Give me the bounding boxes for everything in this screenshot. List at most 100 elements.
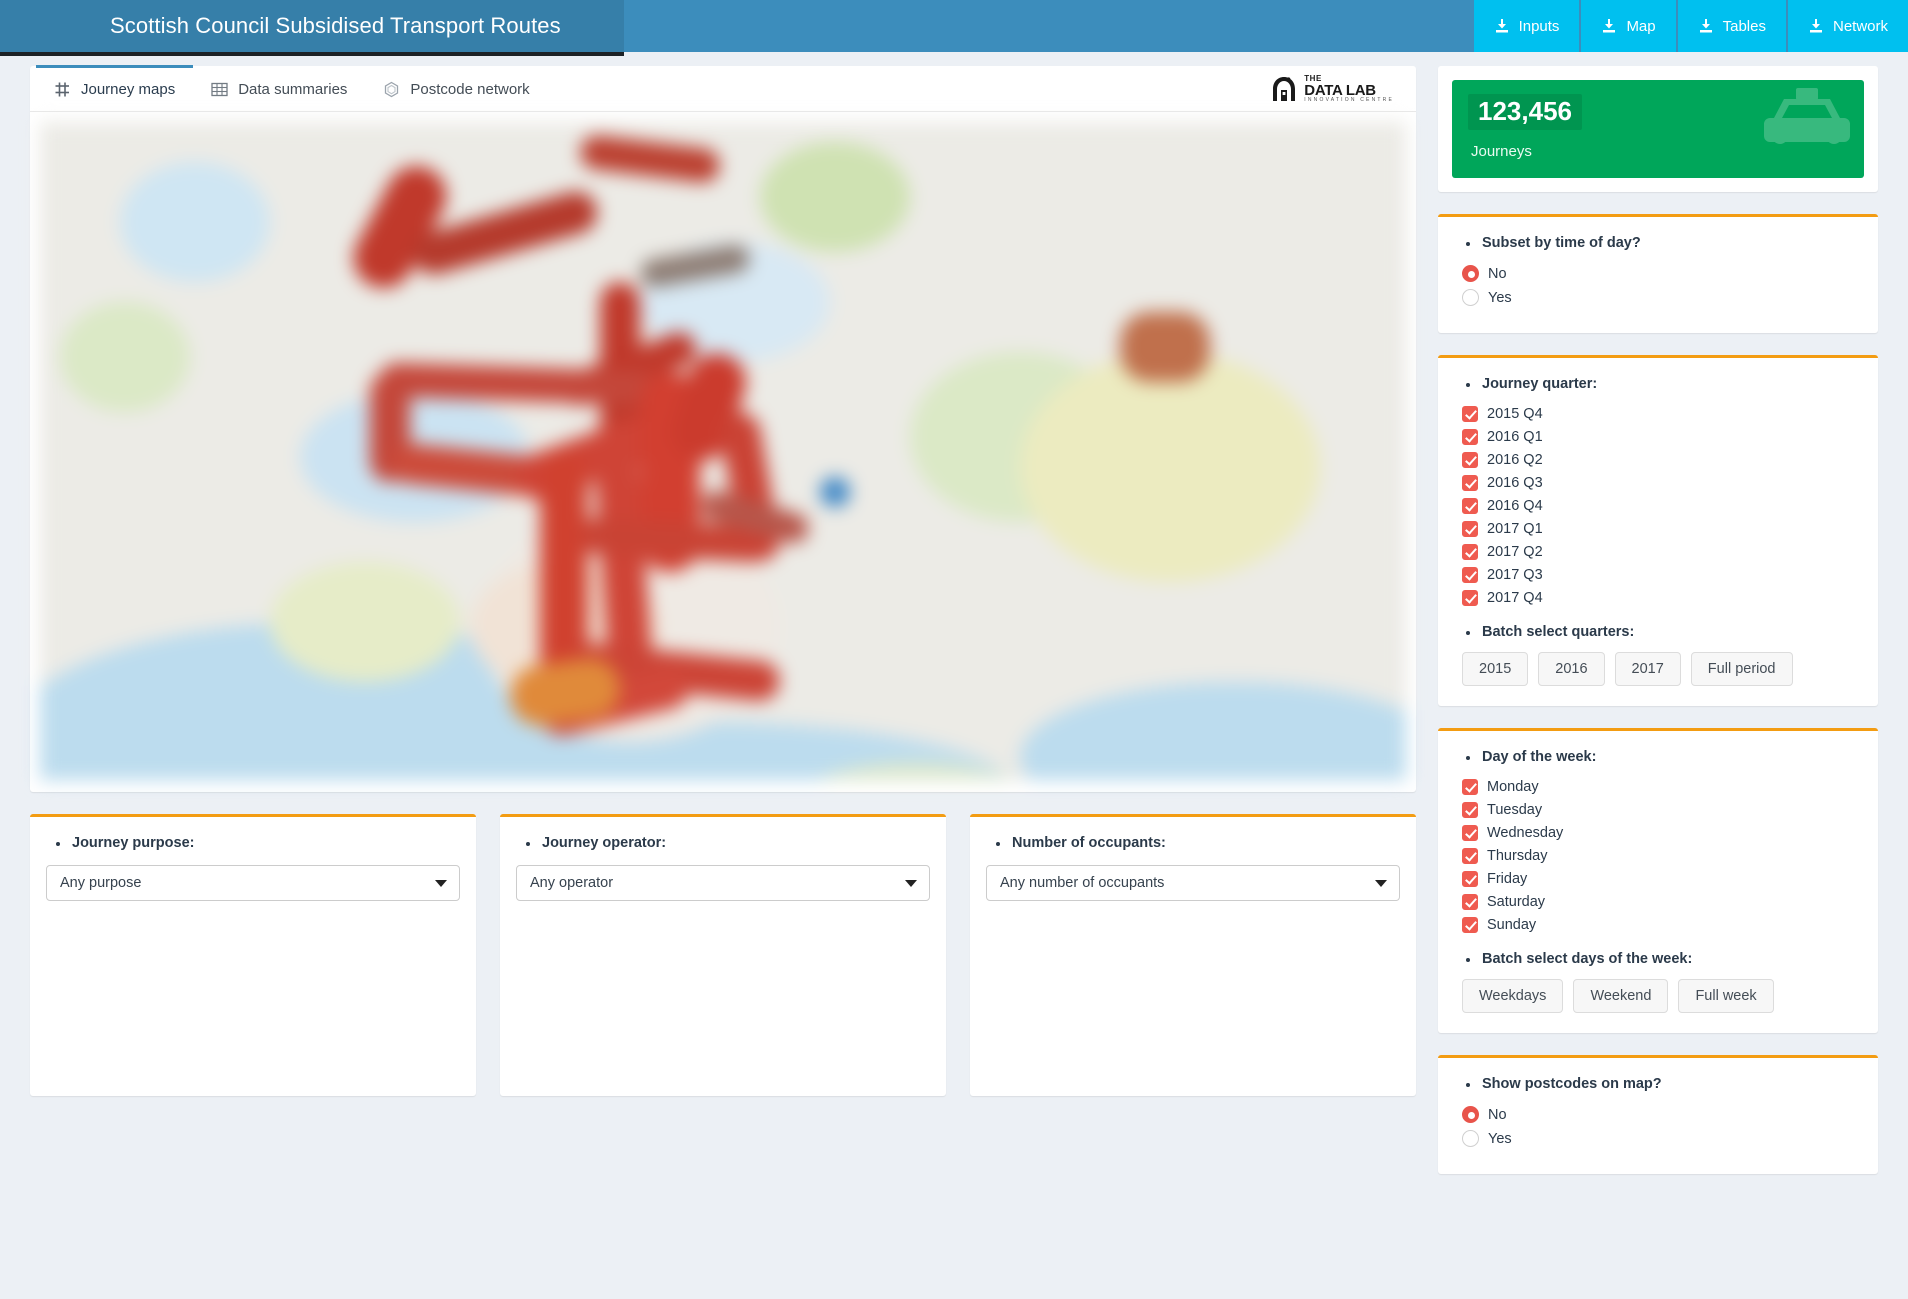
batch-2015-button[interactable]: 2015 xyxy=(1462,652,1528,686)
checkbox-icon-checked[interactable] xyxy=(1462,802,1478,818)
show-postcodes-option-yes[interactable]: Yes xyxy=(1462,1130,1860,1147)
logo-name-text: DATA LAB xyxy=(1304,83,1394,98)
time-of-day-label: Subset by time of day? xyxy=(1466,235,1860,251)
data-lab-wordmark: THE DATA LAB INNOVATION CENTRE xyxy=(1304,75,1394,103)
chevron-down-icon xyxy=(1375,880,1387,887)
number-of-occupants-select[interactable]: Any number of occupants xyxy=(986,865,1400,901)
journey-operator-panel: Journey operator: Any operator xyxy=(500,814,946,1096)
option-label: Yes xyxy=(1488,290,1512,306)
quarter-checkbox-2016-q3[interactable]: 2016 Q3 xyxy=(1462,475,1860,491)
radio-icon[interactable] xyxy=(1462,1130,1479,1147)
tab-bar-container: Journey maps Data summaries xyxy=(30,66,1416,112)
quarter-checkbox-2016-q2[interactable]: 2016 Q2 xyxy=(1462,452,1860,468)
batch-full-week-button[interactable]: Full week xyxy=(1678,979,1773,1013)
number-of-occupants-value: Any number of occupants xyxy=(1000,875,1164,891)
data-lab-logo: THE DATA LAB INNOVATION CENTRE xyxy=(1270,75,1410,103)
day-of-week-panel: Day of the week: Monday Tuesday Wednesda… xyxy=(1438,728,1878,1033)
time-of-day-inner: Subset by time of day? No Yes xyxy=(1438,217,1878,333)
checkbox-icon-checked[interactable] xyxy=(1462,521,1478,537)
checkbox-icon-checked[interactable] xyxy=(1462,452,1478,468)
batch-full-period-button[interactable]: Full period xyxy=(1691,652,1793,686)
journey-map[interactable] xyxy=(40,122,1406,780)
quarter-checkbox-2017-q3[interactable]: 2017 Q3 xyxy=(1462,567,1860,583)
option-label: 2016 Q1 xyxy=(1487,429,1543,445)
show-postcodes-option-no[interactable]: No xyxy=(1462,1106,1860,1123)
header-spacer xyxy=(624,0,1474,52)
time-of-day-option-no[interactable]: No xyxy=(1462,265,1860,282)
checkbox-icon-checked[interactable] xyxy=(1462,825,1478,841)
journey-purpose-panel: Journey purpose: Any purpose xyxy=(30,814,476,1096)
day-checkbox-thursday[interactable]: Thursday xyxy=(1462,848,1860,864)
quarter-checkbox-2017-q2[interactable]: 2017 Q2 xyxy=(1462,544,1860,560)
checkbox-icon-checked[interactable] xyxy=(1462,894,1478,910)
checkbox-icon-checked[interactable] xyxy=(1462,917,1478,933)
day-checkbox-sunday[interactable]: Sunday xyxy=(1462,917,1860,933)
checkbox-icon-checked[interactable] xyxy=(1462,475,1478,491)
download-map-button[interactable]: Map xyxy=(1581,0,1675,52)
download-inputs-button[interactable]: Inputs xyxy=(1474,0,1580,52)
quarter-checkbox-2016-q1[interactable]: 2016 Q1 xyxy=(1462,429,1860,445)
tab-data-summaries[interactable]: Data summaries xyxy=(193,65,365,111)
map-water xyxy=(120,162,270,282)
tab-journey-maps[interactable]: Journey maps xyxy=(36,65,193,111)
quarter-checkbox-2017-q4[interactable]: 2017 Q4 xyxy=(1462,590,1860,606)
batch-select-days-buttons: Weekdays Weekend Full week xyxy=(1462,979,1860,1013)
checkbox-icon-checked[interactable] xyxy=(1462,567,1478,583)
download-tables-button[interactable]: Tables xyxy=(1678,0,1786,52)
number-of-occupants-panel: Number of occupants: Any number of occup… xyxy=(970,814,1416,1096)
sidebar-column: 123,456 Journeys Sub xyxy=(1430,56,1908,1210)
option-label: Friday xyxy=(1487,871,1527,887)
batch-select-quarters-label: Batch select quarters: xyxy=(1466,624,1860,640)
bottom-filters-row: Journey purpose: Any purpose Journey ope… xyxy=(30,814,1416,1096)
map-container xyxy=(30,112,1416,792)
quarter-checkbox-2017-q1[interactable]: 2017 Q1 xyxy=(1462,521,1860,537)
batch-weekdays-button[interactable]: Weekdays xyxy=(1462,979,1563,1013)
radio-icon-selected[interactable] xyxy=(1462,1106,1479,1123)
batch-select-days-label: Batch select days of the week: xyxy=(1466,951,1860,967)
day-checkbox-wednesday[interactable]: Wednesday xyxy=(1462,825,1860,841)
option-label: No xyxy=(1488,1107,1507,1123)
download-icon xyxy=(1698,18,1714,34)
checkbox-icon-checked[interactable] xyxy=(1462,544,1478,560)
quarter-checkbox-2016-q4[interactable]: 2016 Q4 xyxy=(1462,498,1860,514)
nav-label: Inputs xyxy=(1519,18,1560,35)
header-nav: Inputs Map Tables Network xyxy=(1474,0,1908,52)
time-of-day-option-yes[interactable]: Yes xyxy=(1462,289,1860,306)
tab-label: Postcode network xyxy=(410,81,529,98)
checkbox-icon-checked[interactable] xyxy=(1462,498,1478,514)
taxi-icon xyxy=(1762,88,1852,157)
quarter-checkbox-2015-q4[interactable]: 2015 Q4 xyxy=(1462,406,1860,422)
checkbox-icon-checked[interactable] xyxy=(1462,848,1478,864)
radio-icon-selected[interactable] xyxy=(1462,265,1479,282)
tab-postcode-network[interactable]: Postcode network xyxy=(365,65,547,111)
day-checkbox-tuesday[interactable]: Tuesday xyxy=(1462,802,1860,818)
journeys-count: 123,456 xyxy=(1468,94,1582,130)
data-lab-mark-icon xyxy=(1270,75,1298,103)
day-checkbox-saturday[interactable]: Saturday xyxy=(1462,894,1860,910)
checkbox-icon-checked[interactable] xyxy=(1462,590,1478,606)
table-icon xyxy=(211,81,228,98)
checkbox-icon-checked[interactable] xyxy=(1462,779,1478,795)
checkbox-icon-checked[interactable] xyxy=(1462,406,1478,422)
nav-label: Tables xyxy=(1723,18,1766,35)
download-icon xyxy=(1601,18,1617,34)
tab-label: Data summaries xyxy=(238,81,347,98)
day-checkbox-friday[interactable]: Friday xyxy=(1462,871,1860,887)
time-of-day-panel: Subset by time of day? No Yes xyxy=(1438,214,1878,333)
batch-2016-button[interactable]: 2016 xyxy=(1538,652,1604,686)
journey-operator-select[interactable]: Any operator xyxy=(516,865,930,901)
day-checkbox-monday[interactable]: Monday xyxy=(1462,779,1860,795)
download-network-button[interactable]: Network xyxy=(1788,0,1908,52)
day-of-week-label: Day of the week: xyxy=(1466,749,1860,765)
checkbox-icon-checked[interactable] xyxy=(1462,429,1478,445)
batch-2017-button[interactable]: 2017 xyxy=(1615,652,1681,686)
option-label: Monday xyxy=(1487,779,1539,795)
valuebox-padding: 123,456 Journeys xyxy=(1438,66,1878,192)
option-label: 2017 Q2 xyxy=(1487,544,1543,560)
main-content-column: Journey maps Data summaries xyxy=(0,56,1430,1110)
journey-purpose-select[interactable]: Any purpose xyxy=(46,865,460,901)
option-label: Yes xyxy=(1488,1131,1512,1147)
radio-icon[interactable] xyxy=(1462,289,1479,306)
batch-weekend-button[interactable]: Weekend xyxy=(1573,979,1668,1013)
checkbox-icon-checked[interactable] xyxy=(1462,871,1478,887)
